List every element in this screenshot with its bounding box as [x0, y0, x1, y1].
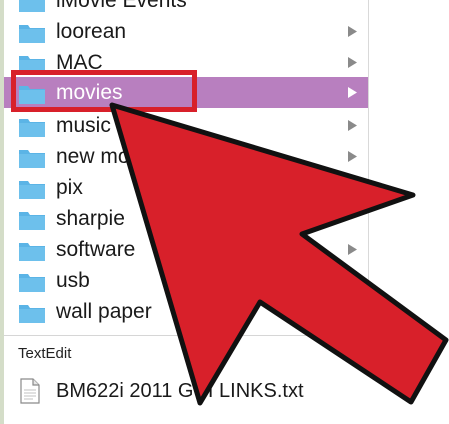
folder-label: wall paper	[56, 300, 152, 323]
file-label: BM622i 2011 GUI LINKS.txt	[56, 380, 304, 402]
folder-label: new mo	[56, 145, 130, 168]
folder-label: iMovie Events	[56, 0, 187, 12]
folder-row-wall-paper[interactable]: wall paper	[4, 296, 368, 327]
text-document-icon	[20, 378, 40, 404]
folder-label: pix	[56, 176, 83, 199]
section-divider	[4, 335, 368, 336]
disclosure-arrow-icon[interactable]	[348, 120, 357, 131]
folder-row-software[interactable]: software	[4, 234, 368, 265]
folder-row-pix[interactable]: pix	[4, 172, 368, 203]
folder-row-music[interactable]: music	[4, 110, 368, 141]
disclosure-arrow-icon[interactable]	[348, 244, 357, 255]
folder-row-loorean[interactable]: loorean	[4, 16, 368, 47]
folder-icon	[19, 212, 45, 230]
folder-label: music	[56, 114, 111, 137]
highlight-box	[11, 70, 197, 112]
folder-icon	[19, 150, 45, 168]
folder-label: sharpie	[56, 207, 125, 230]
disclosure-arrow-icon[interactable]	[348, 151, 357, 162]
folder-label: usb	[56, 269, 90, 292]
folder-label: loorean	[56, 20, 127, 43]
folder-row-new-mo[interactable]: new mo	[4, 141, 368, 172]
folder-label: software	[56, 238, 136, 261]
disclosure-arrow-icon[interactable]	[348, 26, 357, 37]
folder-icon	[19, 119, 45, 137]
file-row[interactable]: BM622i 2011 GUI LINKS.txt	[4, 372, 368, 408]
finder-column-view: iMovie Events loorean MAC movies music n…	[0, 0, 449, 424]
section-header-textedit: TextEdit	[18, 345, 72, 362]
folder-icon	[19, 25, 45, 43]
folder-icon	[19, 243, 45, 261]
folder-row-usb[interactable]: usb	[4, 265, 368, 296]
folder-row-sharpie[interactable]: sharpie	[4, 203, 368, 234]
folder-icon	[19, 181, 45, 199]
folder-icon	[19, 0, 45, 12]
disclosure-arrow-icon[interactable]	[348, 57, 357, 68]
folder-icon	[19, 274, 45, 292]
disclosure-arrow-icon[interactable]	[348, 87, 357, 98]
folder-row-imovie-events[interactable]: iMovie Events	[4, 0, 368, 16]
column-divider	[368, 0, 369, 346]
folder-icon	[19, 305, 45, 323]
